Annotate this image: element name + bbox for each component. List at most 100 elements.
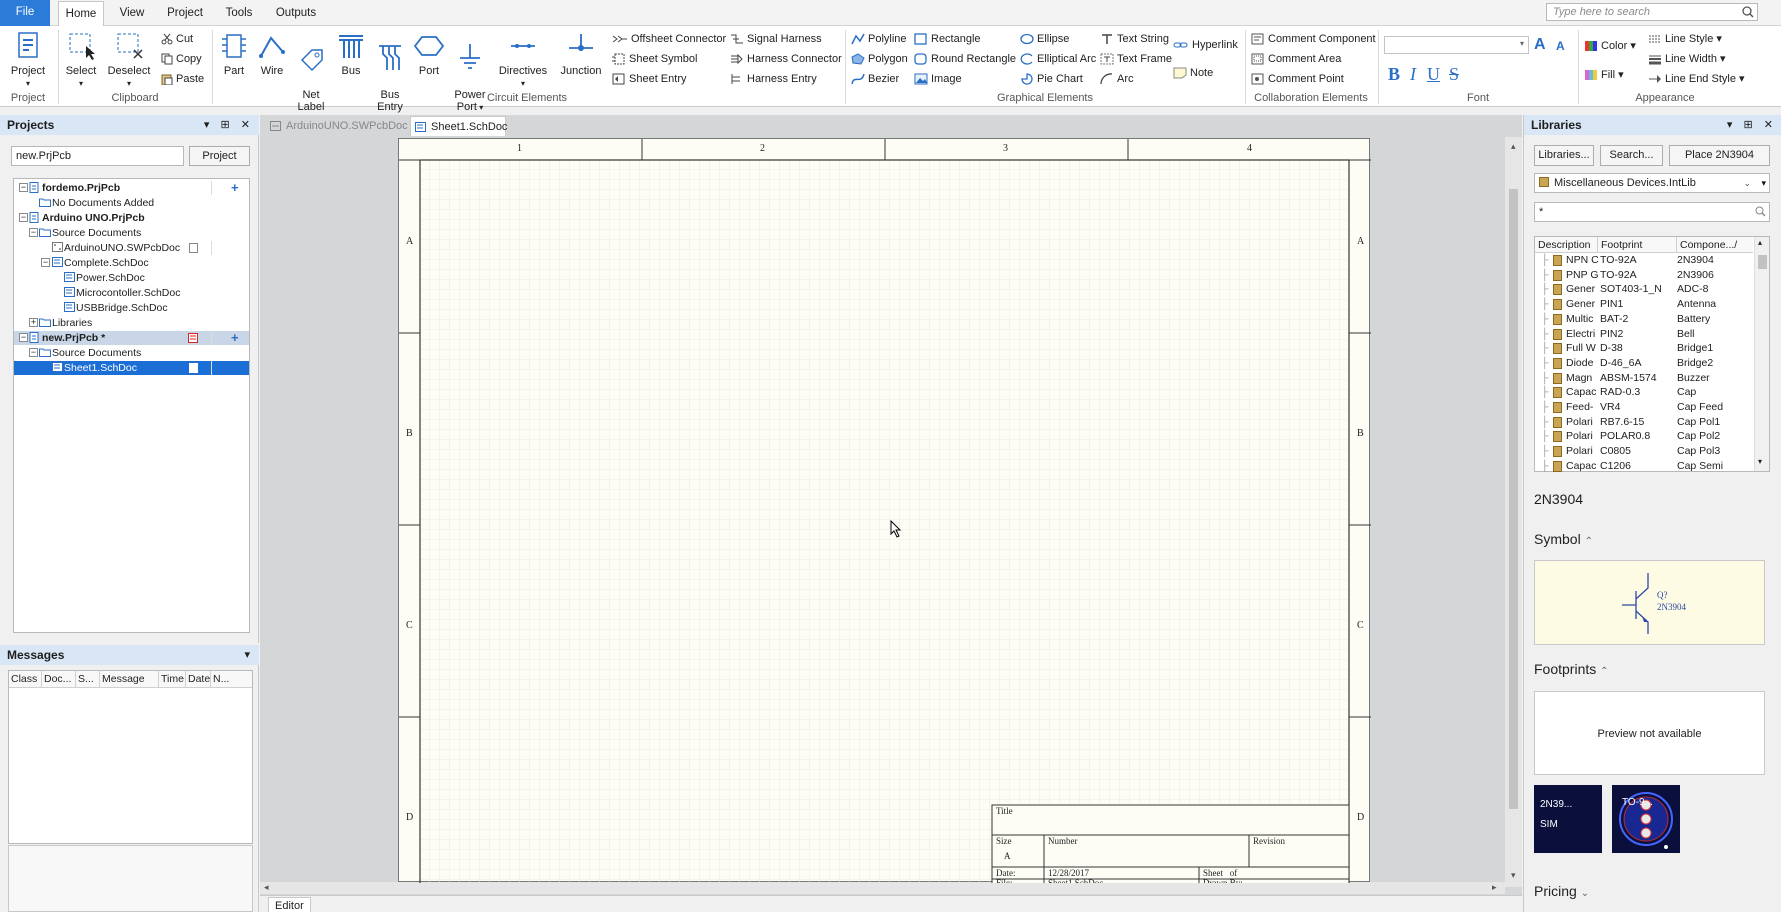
expand-toggle-icon[interactable]: + <box>29 318 38 327</box>
expand-toggle-icon[interactable]: − <box>29 348 38 357</box>
polyline-button[interactable]: Polyline <box>851 30 907 48</box>
polygon-button[interactable]: Polygon <box>851 50 908 68</box>
deselect-button[interactable]: Deselect ▾ <box>106 30 152 90</box>
component-row[interactable]: ├ Diode D-46_6A Bridge2 <box>1536 356 1751 370</box>
scroll-up-icon[interactable]: ▴ <box>1511 141 1516 152</box>
schematic-sheet[interactable]: 1 2 3 4 A B C D A B C D Title Size A Num… <box>398 138 1371 883</box>
tree-item[interactable]: Sheet1.SchDoc <box>14 361 249 375</box>
library-search-button[interactable]: Search... <box>1600 145 1663 166</box>
sim-model-tile[interactable]: 2N39... SIM <box>1534 785 1602 853</box>
scroll-down-icon[interactable]: ▾ <box>1511 870 1516 881</box>
harness-entry-button[interactable]: Harness Entry <box>730 70 817 88</box>
underline-button[interactable]: U <box>1427 64 1440 85</box>
messages-column-header[interactable]: S... <box>75 671 94 687</box>
bus-button[interactable]: Bus <box>335 30 367 77</box>
list-scrollbar[interactable]: ▴ ▾ <box>1754 237 1769 471</box>
line-width-button[interactable]: Line Width ▾ <box>1648 50 1726 68</box>
tree-item[interactable]: − Arduino UNO.PrjPcb <box>14 211 249 225</box>
messages-column-header[interactable]: Message <box>99 671 145 687</box>
copy-button[interactable]: Copy <box>161 50 202 68</box>
project-button[interactable]: Project ▾ <box>6 30 50 90</box>
color-button[interactable]: Color ▾ <box>1584 37 1636 55</box>
tab-view[interactable]: View <box>112 1 152 26</box>
project-search-input[interactable]: new.PrjPcb <box>11 146 184 166</box>
offsheet-connector-button[interactable]: Offsheet Connector <box>612 30 726 48</box>
search-icon[interactable] <box>1742 6 1754 18</box>
component-row[interactable]: ├ Gener PIN1 Antenna <box>1536 297 1751 311</box>
hyperlink-button[interactable]: Hyperlink <box>1173 36 1238 54</box>
messages-column-header[interactable]: N... <box>210 671 229 687</box>
project-button[interactable]: Project <box>189 146 250 166</box>
line-style-button[interactable]: Line Style ▾ <box>1648 30 1722 48</box>
tab-outputs[interactable]: Outputs <box>268 1 324 26</box>
dropdown-arrow-icon[interactable]: ▾ <box>1761 174 1766 192</box>
file-menu[interactable]: File <box>0 0 50 26</box>
sheet-entry-button[interactable]: Sheet Entry <box>612 70 686 88</box>
component-filter-input[interactable]: * <box>1534 202 1770 222</box>
part-button[interactable]: Part <box>217 30 251 77</box>
paste-button[interactable]: Paste <box>161 70 204 88</box>
tree-item[interactable]: − Source Documents <box>14 226 249 240</box>
tree-item[interactable]: − Complete.SchDoc <box>14 256 249 270</box>
comment-point-button[interactable]: Comment Point <box>1251 70 1344 88</box>
sheet-symbol-button[interactable]: Sheet Symbol <box>612 50 697 68</box>
symbol-section-header[interactable]: Symbol ⌃ <box>1534 531 1593 547</box>
font-shrink-button[interactable]: A <box>1556 39 1565 53</box>
component-row[interactable]: ├ Magn ABSM-1574 Buzzer <box>1536 371 1751 385</box>
strikethrough-button[interactable]: S <box>1449 64 1459 85</box>
column-component[interactable]: Compone.../ <box>1676 237 1737 253</box>
component-row[interactable]: ├ Polari C0805 Cap Pol3 <box>1536 444 1751 458</box>
expand-toggle-icon[interactable]: − <box>19 213 28 222</box>
harness-connector-button[interactable]: Harness Connector <box>730 50 842 68</box>
component-row[interactable]: ├ NPN C TO-92A 2N3904 <box>1536 253 1751 267</box>
text-string-button[interactable]: Text String <box>1100 30 1169 48</box>
component-row[interactable]: ├ Capac C1206 Cap Semi <box>1536 459 1751 473</box>
messages-column-header[interactable]: Time <box>158 671 184 687</box>
comment-area-button[interactable]: Comment Area <box>1251 50 1341 68</box>
messages-column-header[interactable]: Doc... <box>41 671 71 687</box>
tab-home[interactable]: Home <box>58 1 104 27</box>
image-button[interactable]: Image <box>914 70 962 88</box>
component-row[interactable]: ├ Full W D-38 Bridge1 <box>1536 341 1751 355</box>
column-description[interactable]: Description <box>1538 237 1591 253</box>
add-icon[interactable]: + <box>231 181 239 195</box>
tree-item[interactable]: No Documents Added <box>14 196 249 210</box>
junction-button[interactable]: Junction <box>558 30 604 77</box>
tab-sheet1-schdoc[interactable]: Sheet1.SchDoc <box>410 116 507 136</box>
comment-component-button[interactable]: Comment Component <box>1251 30 1376 48</box>
horizontal-scrollbar[interactable]: ◂ ▸ <box>260 882 1505 894</box>
ellipse-button[interactable]: Ellipse <box>1020 30 1069 48</box>
pie-chart-button[interactable]: Pie Chart <box>1020 70 1083 88</box>
component-row[interactable]: ├ Feed- VR4 Cap Feed <box>1536 400 1751 414</box>
footprint-model-tile[interactable]: TO-9... <box>1612 785 1680 853</box>
component-row[interactable]: ├ Multic BAT-2 Battery <box>1536 312 1751 326</box>
component-row[interactable]: ├ Capac RAD-0.3 Cap <box>1536 385 1751 399</box>
scrollbar-thumb[interactable] <box>1509 189 1518 809</box>
wire-button[interactable]: Wire <box>256 30 288 77</box>
tree-item[interactable]: Microcontoller.SchDoc <box>14 286 249 300</box>
tree-item[interactable]: − fordemo.PrjPcb + <box>14 181 249 195</box>
font-grow-button[interactable]: A <box>1534 36 1546 54</box>
panel-menu-icon[interactable]: ▾ <box>244 645 254 665</box>
scroll-right-icon[interactable]: ▸ <box>1492 882 1497 893</box>
arc-button[interactable]: Arc <box>1100 70 1134 88</box>
panel-controls[interactable]: ▾ ⊞ ✕ <box>1727 115 1777 135</box>
select-button[interactable]: Select ▾ <box>62 30 100 90</box>
signal-harness-button[interactable]: Signal Harness <box>730 30 822 48</box>
component-row[interactable]: ├ Polari POLAR0.8 Cap Pol2 <box>1536 429 1751 443</box>
tree-item[interactable]: − new.PrjPcb * + <box>14 331 249 345</box>
italic-button[interactable]: I <box>1410 64 1416 85</box>
scrollbar-thumb[interactable] <box>1758 255 1767 269</box>
tree-item[interactable]: − Source Documents <box>14 346 249 360</box>
fill-button[interactable]: Fill ▾ <box>1584 66 1624 84</box>
expand-toggle-icon[interactable]: − <box>41 258 50 267</box>
cut-button[interactable]: Cut <box>161 30 193 48</box>
font-name-select[interactable]: ▾ <box>1384 36 1529 54</box>
vertical-scrollbar[interactable]: ▴ ▾ <box>1505 137 1522 887</box>
add-icon[interactable]: + <box>231 331 239 345</box>
scroll-up-icon[interactable]: ▴ <box>1758 238 1762 247</box>
column-footprint[interactable]: Footprint <box>1597 237 1642 253</box>
expand-toggle-icon[interactable]: − <box>19 183 28 192</box>
panel-controls[interactable]: ▾ ⊞ ✕ <box>204 115 254 135</box>
bezier-button[interactable]: Bezier <box>851 70 899 88</box>
